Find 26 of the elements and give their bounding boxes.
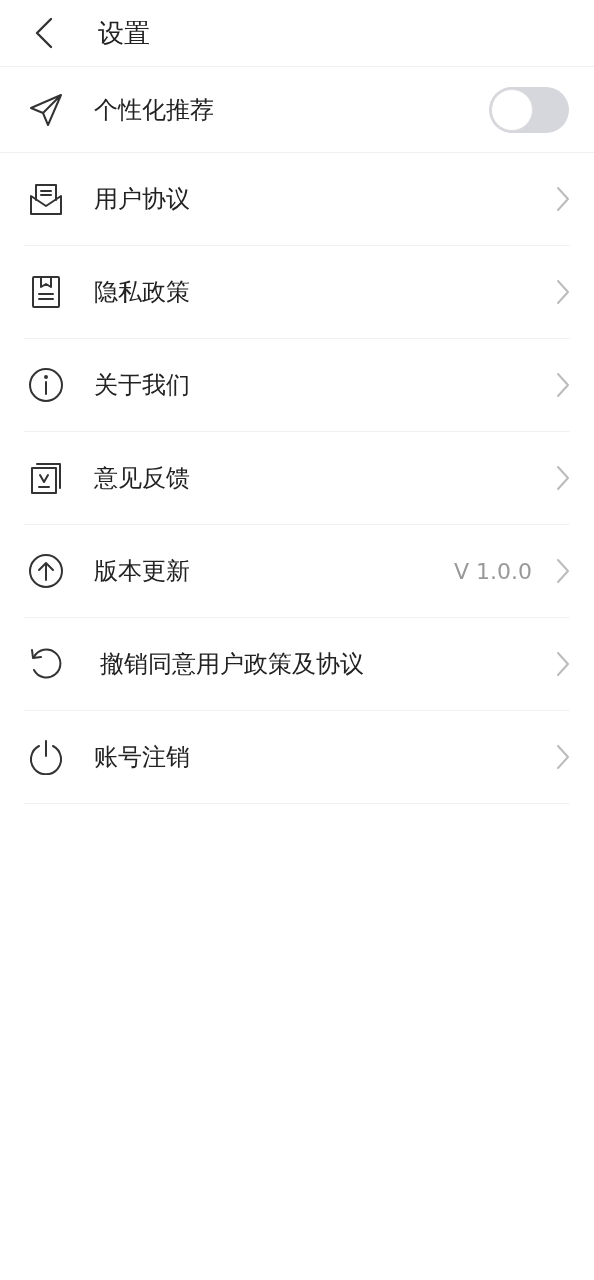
chevron-right-icon[interactable]	[556, 558, 570, 584]
setting-label: 个性化推荐	[94, 94, 215, 126]
setting-label: 意见反馈	[94, 463, 191, 494]
info-icon	[28, 367, 64, 403]
version-text: V 1.0.0	[453, 558, 532, 584]
power-icon	[28, 739, 64, 775]
setting-label: 撤销同意用户政策及协议	[99, 649, 365, 680]
chevron-right-icon[interactable]	[556, 186, 570, 212]
toggle-switch[interactable]	[489, 86, 569, 133]
paper-plane-icon	[28, 91, 64, 128]
setting-label: 版本更新	[94, 556, 191, 587]
page-title: 设置	[98, 16, 150, 50]
envelope-icon	[28, 181, 64, 217]
chevron-right-icon[interactable]	[556, 651, 570, 677]
chevron-right-icon[interactable]	[556, 744, 570, 770]
chevron-right-icon[interactable]	[556, 465, 570, 491]
setting-label: 用户协议	[94, 184, 191, 215]
undo-icon	[28, 646, 64, 682]
setting-label: 隐私政策	[94, 277, 191, 308]
download-document-icon	[28, 460, 64, 496]
chevron-right-icon[interactable]	[556, 372, 570, 398]
back-icon[interactable]	[34, 17, 54, 49]
setting-label: 关于我们	[94, 370, 191, 401]
setting-label: 账号注销	[94, 742, 191, 773]
chevron-right-icon[interactable]	[556, 279, 570, 305]
upload-icon	[28, 553, 64, 589]
